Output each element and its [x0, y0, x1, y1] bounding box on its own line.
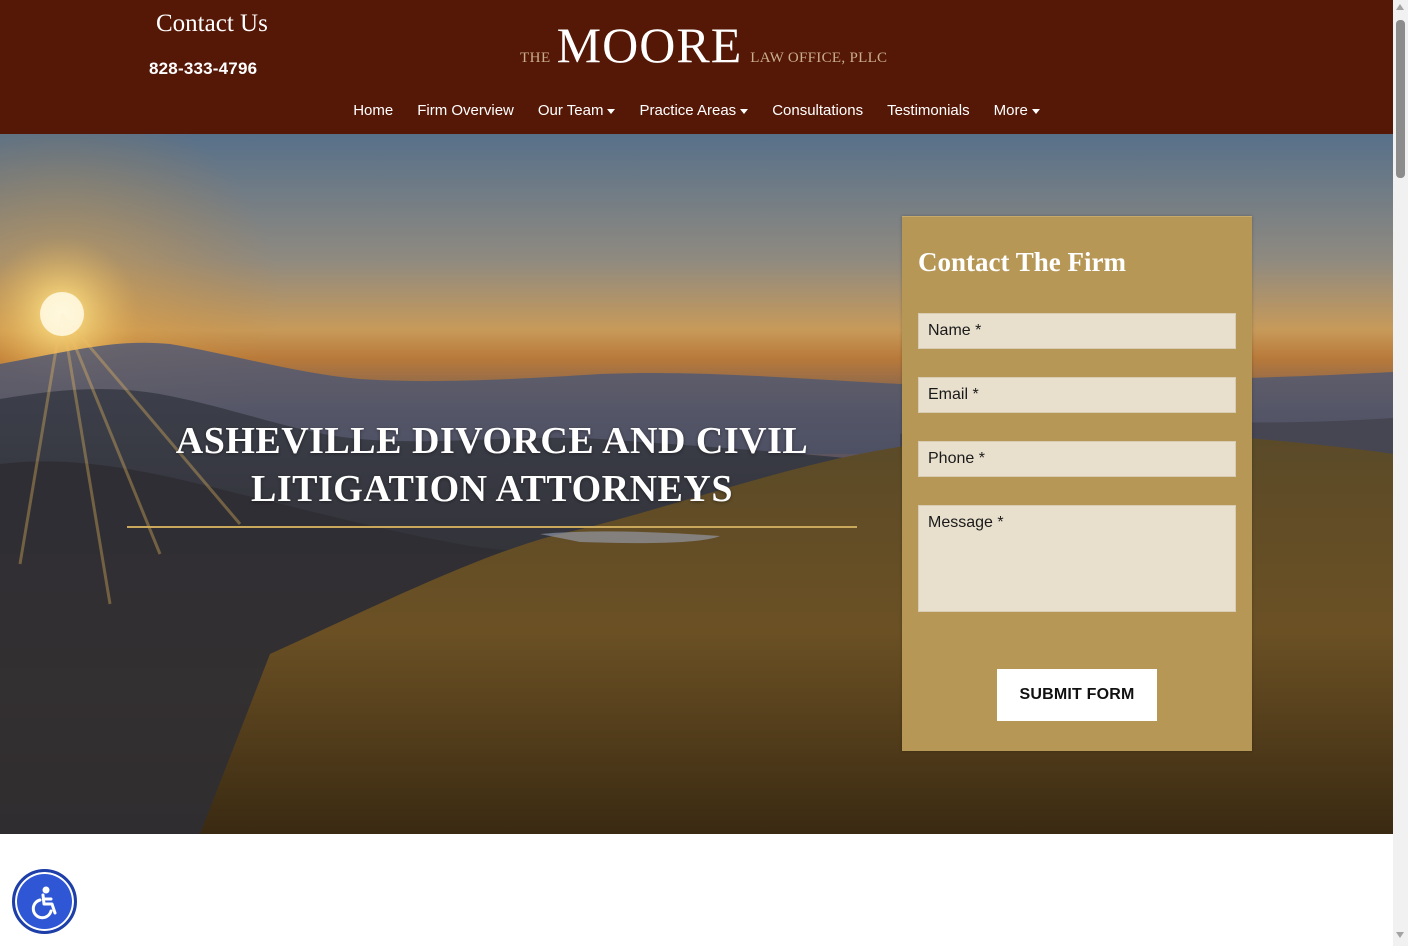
nav-item-testimonials[interactable]: Testimonials: [875, 102, 982, 119]
caret-down-icon: [607, 108, 616, 114]
name-input[interactable]: Name *: [918, 313, 1236, 349]
nav-item-home[interactable]: Home: [341, 102, 405, 119]
nav-item-practice-areas[interactable]: Practice Areas: [627, 102, 760, 119]
nav-item-consultations[interactable]: Consultations: [760, 102, 875, 119]
email-input[interactable]: Email *: [918, 377, 1236, 413]
phone-input[interactable]: Phone *: [918, 441, 1236, 477]
phone-link[interactable]: 828-333-4796: [149, 59, 257, 79]
logo-name: MOORE: [556, 17, 743, 73]
site-header: Contact Us 828-333-4796 THE MOORE LAW OF…: [0, 0, 1393, 134]
nav-item-label: Our Team: [537, 102, 604, 119]
nav-item-label: Testimonials: [887, 102, 970, 119]
message-textarea[interactable]: Message *: [918, 505, 1236, 612]
scroll-thumb[interactable]: [1396, 20, 1405, 178]
contact-us-heading: Contact Us: [156, 10, 268, 37]
nav-item-label: Home: [353, 102, 394, 119]
nav-item-label: Firm Overview: [417, 102, 514, 119]
hero-heading: ASHEVILLE DIVORCE AND CIVIL LITIGATION A…: [175, 420, 809, 510]
nav-item-label: Practice Areas: [639, 102, 737, 119]
nav-item-more[interactable]: More: [982, 102, 1052, 119]
nav-item-our-team[interactable]: Our Team: [526, 102, 628, 119]
contact-form: Contact The Firm Name * Email * Phone * …: [902, 216, 1252, 751]
logo-prefix: THE: [520, 50, 551, 66]
scroll-down-arrow-icon[interactable]: [1396, 932, 1404, 938]
vertical-scrollbar[interactable]: [1393, 0, 1408, 946]
page: Contact Us 828-333-4796 THE MOORE LAW OF…: [0, 0, 1393, 946]
caret-down-icon: [1031, 108, 1040, 114]
nav-item-firm-overview[interactable]: Firm Overview: [405, 102, 526, 119]
contact-form-title: Contact The Firm: [918, 247, 1126, 277]
caret-down-icon: [740, 108, 749, 114]
accessibility-wheelchair-icon: [31, 886, 56, 919]
nav-item-label: Consultations: [772, 102, 864, 119]
submit-form-button[interactable]: SUBMIT FORM: [997, 669, 1157, 721]
hero-divider: [127, 526, 857, 528]
scroll-up-arrow-icon[interactable]: [1396, 4, 1404, 10]
accessibility-button[interactable]: [12, 869, 77, 934]
site-logo[interactable]: THE MOORE LAW OFFICE, PLLC: [520, 17, 888, 73]
nav-item-label: More: [993, 102, 1028, 119]
main-nav: Home Firm Overview Our Team Practice Are…: [0, 102, 1393, 119]
logo-suffix: LAW OFFICE, PLLC: [750, 50, 888, 66]
hero-section: ASHEVILLE DIVORCE AND CIVIL LITIGATION A…: [0, 134, 1393, 834]
